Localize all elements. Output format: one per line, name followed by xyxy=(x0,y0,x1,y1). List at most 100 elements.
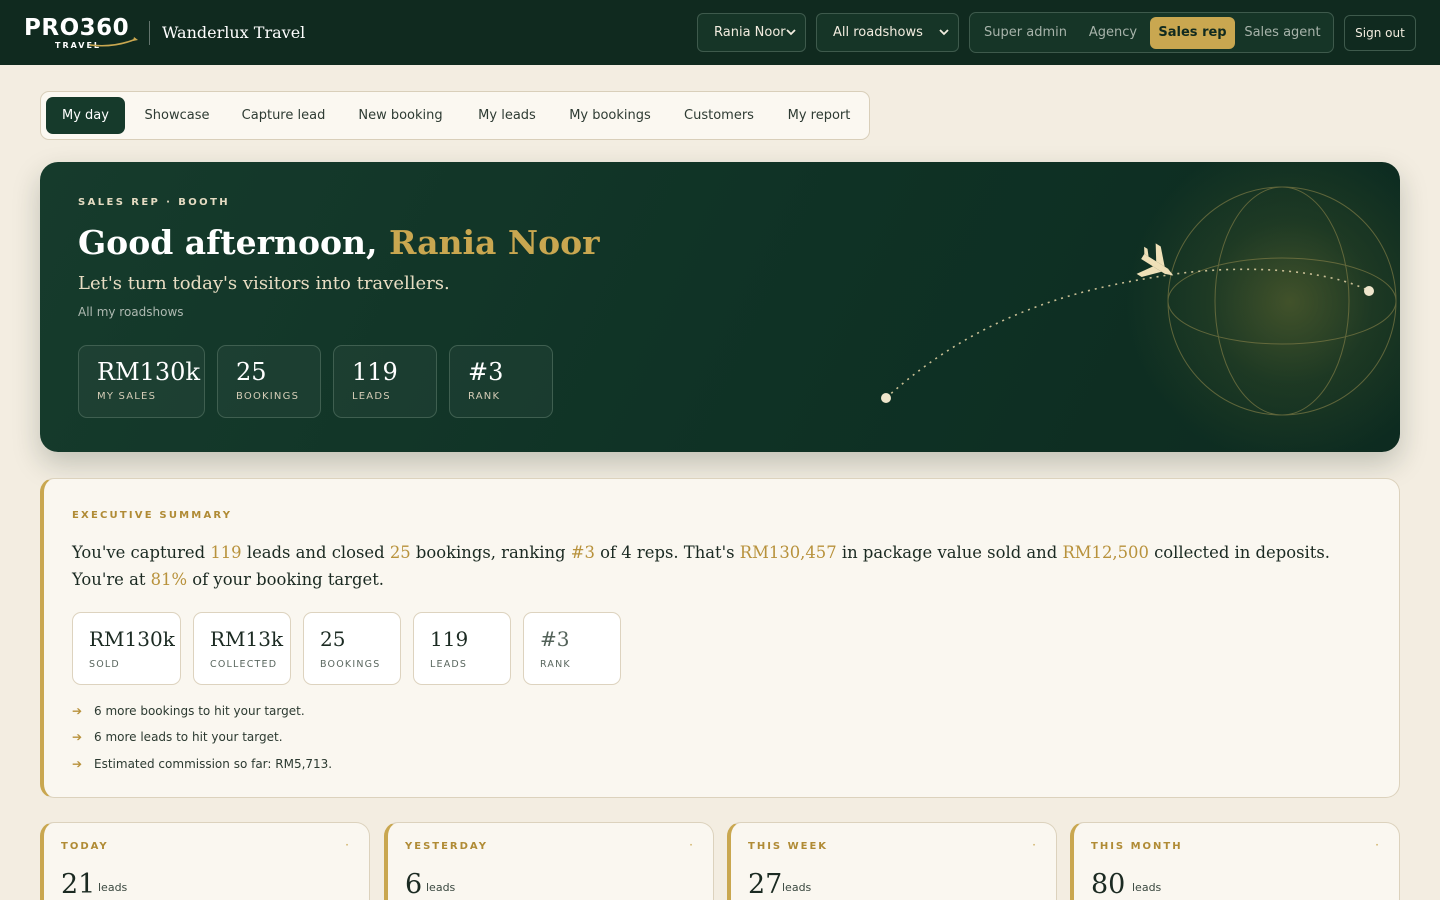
pro360-logo[interactable]: PRO360 TRAVEL xyxy=(24,14,140,52)
tab-my-report[interactable]: My report xyxy=(775,97,863,134)
hero-tagline: Let's turn today's visitors into travell… xyxy=(78,273,450,294)
user-select-value: Rania Noor xyxy=(714,25,786,40)
brand-divider xyxy=(149,21,150,45)
role-agency[interactable]: Agency xyxy=(1076,17,1150,49)
period-card-this-week[interactable]: THIS WEEK · 27 leads xyxy=(727,822,1057,900)
period-card-yesterday[interactable]: YESTERDAY · 6 leads xyxy=(384,822,714,900)
arrow-right-icon: ➔ xyxy=(72,704,83,718)
user-select[interactable]: Rania Noor xyxy=(697,13,806,52)
summary-bookings-value: 25 xyxy=(389,543,411,562)
stat-label: COLLECTED xyxy=(210,659,278,670)
arrow-right-icon: ➔ xyxy=(72,730,83,744)
stat-value: 119 xyxy=(352,358,398,386)
tip-text: Estimated commission so far: RM5,713. xyxy=(94,757,333,771)
hero-stat-rank: #3 RANK xyxy=(449,345,553,418)
role-switcher: Super admin Agency Sales rep Sales agent xyxy=(969,12,1334,53)
stat-value: RM13k xyxy=(210,627,284,651)
period-card-today[interactable]: TODAY · 21 leads xyxy=(40,822,370,900)
role-sales-agent[interactable]: Sales agent xyxy=(1235,17,1330,49)
stat-value: 119 xyxy=(430,627,469,651)
globe-icon xyxy=(1167,186,1397,416)
role-super-admin[interactable]: Super admin xyxy=(975,17,1076,49)
summary-target-pct: 81% xyxy=(150,570,188,589)
summary-stat-rank: #3 RANK xyxy=(523,612,621,685)
executive-summary: EXECUTIVE SUMMARY You've captured 119 le… xyxy=(40,478,1400,798)
stat-label: MY SALES xyxy=(97,391,157,402)
summary-text-part: You've captured xyxy=(72,543,211,562)
tab-customers[interactable]: Customers xyxy=(674,97,764,134)
period-label: THIS MONTH xyxy=(1091,841,1183,852)
tip-text: 6 more bookings to hit your target. xyxy=(94,704,305,718)
summary-stat-sold: RM130k SOLD xyxy=(72,612,181,685)
period-label: TODAY xyxy=(61,841,109,852)
stat-value: #3 xyxy=(540,627,570,651)
hero-eyebrow: SALES REP · BOOTH xyxy=(78,197,231,208)
summary-leads-value: 119 xyxy=(210,543,242,562)
tab-my-leads[interactable]: My leads xyxy=(465,97,549,134)
stat-label: RANK xyxy=(540,659,571,670)
chevron-down-icon xyxy=(939,29,949,36)
tip-item: ➔ 6 more leads to hit your target. xyxy=(72,729,283,745)
main-nav-tabs: My day Showcase Capture lead New booking… xyxy=(40,91,870,140)
sign-out-button[interactable]: Sign out xyxy=(1344,15,1416,51)
period-value: 21 xyxy=(61,869,96,900)
summary-sold-value: RM130,457 xyxy=(739,543,837,562)
tip-text: 6 more leads to hit your target. xyxy=(94,730,283,744)
stat-label: RANK xyxy=(468,391,501,402)
flight-path xyxy=(885,268,1370,399)
tip-item: ➔ Estimated commission so far: RM5,713. xyxy=(72,756,332,772)
hero-stat-leads: 119 LEADS xyxy=(333,345,437,418)
summary-text-part: in package value sold and xyxy=(836,543,1063,562)
stat-label: LEADS xyxy=(352,391,391,402)
summary-collected-value: RM12,500 xyxy=(1062,543,1149,562)
hero-stat-bookings: 25 BOOKINGS xyxy=(217,345,321,418)
greeting-prefix: Good afternoon, xyxy=(78,223,389,262)
logo-swoosh-icon xyxy=(89,37,138,47)
stat-value: RM130k xyxy=(97,358,200,386)
greeting-name: Rania Noor xyxy=(388,223,600,262)
summary-rank-value: #3 xyxy=(570,543,595,562)
origin-dot xyxy=(881,393,891,403)
summary-text-part: of your booking target. xyxy=(187,570,385,589)
stat-value: 25 xyxy=(320,627,346,651)
stat-label: BOOKINGS xyxy=(236,391,300,402)
tab-my-bookings[interactable]: My bookings xyxy=(559,97,661,134)
stat-value: RM130k xyxy=(89,627,175,651)
hero-scope: All my roadshows xyxy=(78,305,184,319)
period-unit: leads xyxy=(98,881,128,894)
top-bar: PRO360 TRAVEL Wanderlux Travel Rania Noo… xyxy=(0,0,1440,65)
greeting-heading: Good afternoon, Rania Noor xyxy=(78,220,600,266)
summary-text-part: of 4 reps. That's xyxy=(594,543,740,562)
chevron-down-icon xyxy=(786,29,796,36)
dot-icon: · xyxy=(1032,838,1036,852)
roadshow-select-value: All roadshows xyxy=(833,25,923,40)
period-unit: leads xyxy=(426,881,456,894)
arrow-right-icon: ➔ xyxy=(72,757,83,771)
period-value: 27 xyxy=(748,869,783,900)
summary-paragraph: You've captured 119 leads and closed 25 … xyxy=(72,539,1362,593)
role-sales-rep[interactable]: Sales rep xyxy=(1150,17,1235,49)
agency-name: Wanderlux Travel xyxy=(162,23,306,42)
dot-icon: · xyxy=(689,838,693,852)
welcome-hero: SALES REP · BOOTH Good afternoon, Rania … xyxy=(40,162,1400,452)
tab-showcase[interactable]: Showcase xyxy=(135,97,219,134)
period-unit: leads xyxy=(782,881,812,894)
stat-value: 25 xyxy=(236,358,267,386)
tab-new-booking[interactable]: New booking xyxy=(347,97,454,134)
period-label: THIS WEEK xyxy=(748,841,829,852)
summary-stat-leads: 119 LEADS xyxy=(413,612,511,685)
stat-label: BOOKINGS xyxy=(320,659,381,670)
destination-dot xyxy=(1364,286,1374,296)
stat-label: LEADS xyxy=(430,659,468,670)
airplane-icon xyxy=(1136,243,1174,278)
hero-stat-sales: RM130k MY SALES xyxy=(78,345,205,418)
summary-eyebrow: EXECUTIVE SUMMARY xyxy=(72,510,233,521)
tab-my-day[interactable]: My day xyxy=(46,97,125,134)
dot-icon: · xyxy=(1375,838,1379,852)
summary-text-part: leads and closed xyxy=(241,543,390,562)
dot-icon: · xyxy=(345,838,349,852)
period-value: 6 xyxy=(405,869,423,900)
roadshow-select[interactable]: All roadshows xyxy=(816,13,959,52)
tab-capture-lead[interactable]: Capture lead xyxy=(230,97,337,134)
period-card-this-month[interactable]: THIS MONTH · 80 leads xyxy=(1070,822,1400,900)
